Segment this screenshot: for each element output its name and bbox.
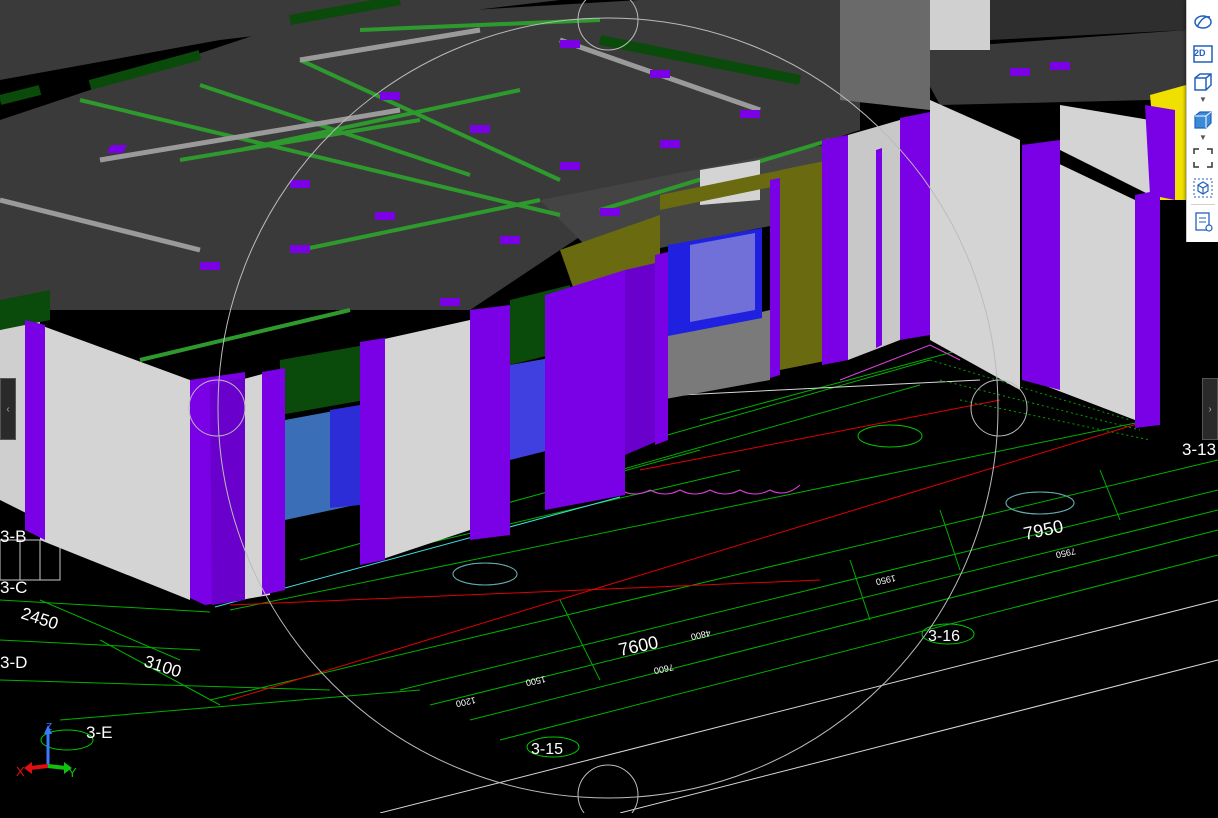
section-box-icon: [1193, 178, 1213, 198]
grid-label-3-d: 3-D: [0, 653, 27, 672]
chevron-down-icon[interactable]: ▼: [1198, 134, 1208, 142]
grid-label-3-16: 3-16: [928, 628, 960, 645]
properties-button[interactable]: [1191, 210, 1215, 234]
2d-view-button[interactable]: 2D: [1191, 42, 1215, 66]
toolbar-divider: [1191, 204, 1215, 205]
fit-view-button[interactable]: [1191, 146, 1215, 170]
orbit-button[interactable]: [1191, 10, 1215, 34]
grid-label-3-e: 3-E: [86, 723, 112, 742]
right-panel-toggle[interactable]: ›: [1202, 378, 1218, 440]
section-box-button[interactable]: [1191, 176, 1215, 200]
axis-x-label: X: [16, 764, 25, 779]
grid-label-3-13: 3-13: [1182, 440, 1216, 459]
axis-y-label: Y: [68, 765, 77, 780]
2d-view-label: 2D: [1194, 48, 1206, 58]
properties-icon: [1195, 212, 1213, 232]
view-toolbar: 2D ▼ ▼: [1186, 0, 1218, 242]
axis-z-label: Z: [46, 722, 52, 733]
3d-box-icon: [1194, 73, 1212, 91]
grid-label-3-c: 3-C: [0, 578, 27, 597]
orbit-icon: [1194, 15, 1212, 29]
solid-view-button[interactable]: [1191, 108, 1215, 132]
left-panel-toggle[interactable]: ‹: [0, 378, 16, 440]
grid-label-3-b: 3-B: [0, 527, 26, 546]
fit-view-icon: [1193, 148, 1213, 168]
3d-view-button[interactable]: [1191, 70, 1215, 94]
chevron-down-icon[interactable]: ▼: [1198, 96, 1208, 104]
3d-model-viewport[interactable]: 3-B 3-C 3-D 3-E 3-13 3-15 3-16 3-18 2450…: [0, 0, 1218, 818]
solid-box-icon: [1194, 111, 1212, 129]
